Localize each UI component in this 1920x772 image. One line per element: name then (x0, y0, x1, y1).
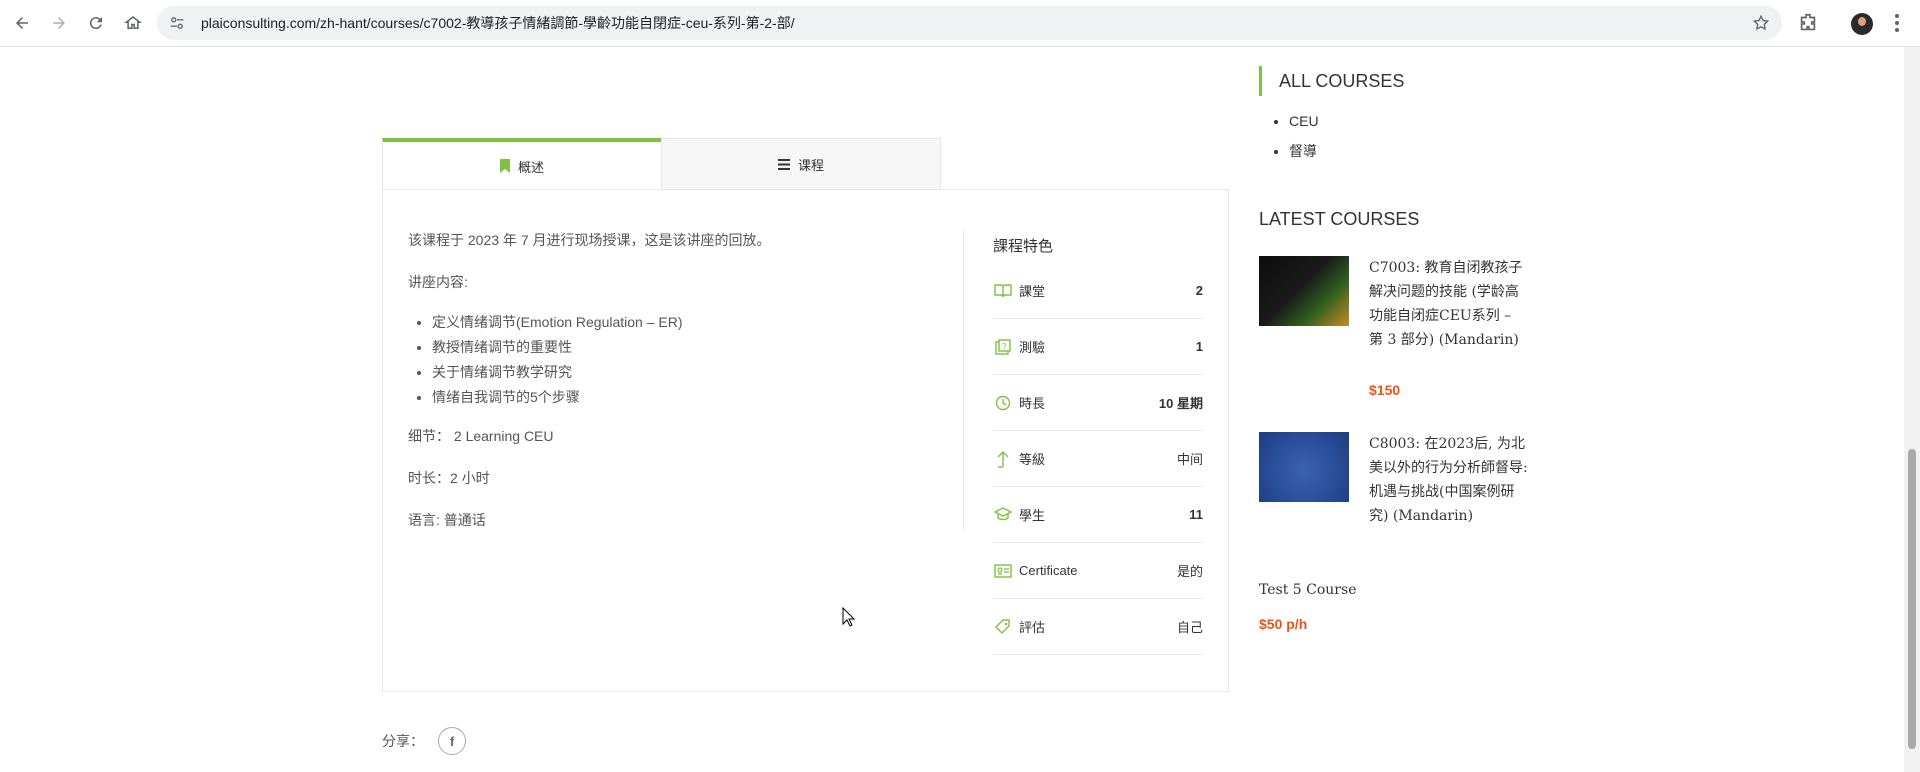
feature-value: 1 (1195, 339, 1203, 354)
facebook-share-button[interactable]: f (438, 727, 466, 755)
category-list: CEU 督導 (1289, 106, 1529, 166)
feature-row-quizzes: ? 測驗 1 (993, 319, 1203, 375)
tab-curriculum-label: 课程 (797, 157, 824, 173)
list-icon (777, 158, 790, 170)
svg-text:?: ? (1002, 342, 1007, 351)
intro-text: 该课程于 2023 年 7 月进行现场授课，这是该讲座的回放。 (408, 232, 771, 248)
home-button[interactable] (115, 5, 151, 41)
tab-overview-label: 概述 (517, 159, 544, 175)
course-tabs: 概述 课程 (382, 138, 942, 190)
facebook-icon: f (449, 733, 455, 749)
course-price: $50 p/h (1259, 616, 1308, 632)
feature-label: 評估 (1019, 620, 1046, 635)
list-item: 关于情绪调节教学研究 (432, 360, 928, 385)
arrow-left-icon (16, 17, 28, 29)
site-settings-icon[interactable] (167, 13, 187, 33)
all-courses-title: ALL COURSES (1259, 66, 1529, 96)
list-item: 教授情绪调节的重要性 (432, 335, 928, 360)
course-title-link[interactable]: C7003: 教育自闭教孩子解决问题的技能 (学龄高功能自闭症CEU系列 – 第… (1369, 256, 1529, 352)
feature-value: 10 星期 (1158, 396, 1203, 411)
reload-icon (89, 17, 102, 30)
feature-label: 學生 (1019, 508, 1046, 523)
share-label: 分享： (382, 733, 424, 749)
list-item: 情绪自我调节的5个步骤 (432, 385, 928, 410)
feature-value: 2 (1195, 283, 1203, 298)
feature-row-level: 等級 中间 (993, 431, 1203, 487)
bookmark-star-icon[interactable] (1752, 14, 1770, 32)
graduation-cap-icon (993, 505, 1013, 525)
feature-row-assessment: 評估 自己 (993, 599, 1203, 655)
level-icon (993, 449, 1013, 469)
language-text: 语言: 普通话 (408, 512, 486, 528)
list-item: 定义情绪调节(Emotion Regulation – ER) (432, 310, 928, 335)
course-title-link[interactable]: Test 5 Course (1259, 582, 1356, 598)
url-text[interactable]: plaiconsulting.com/zh-hant/courses/c7002… (201, 13, 795, 33)
feature-row-students: 學生 11 (993, 487, 1203, 543)
clock-icon (993, 393, 1013, 413)
page-scrollbar[interactable] (1904, 47, 1920, 772)
forward-button[interactable] (41, 5, 77, 41)
course-thumbnail[interactable] (1259, 432, 1349, 502)
latest-course-item[interactable]: C8003: 在2023后, 为北美以外的行为分析師督导: 机遇与挑战(中国案例… (1259, 432, 1529, 542)
features-title: 課程特色 (993, 238, 1054, 255)
extensions-icon[interactable] (1797, 12, 1819, 34)
arrow-right-icon (53, 17, 65, 29)
tab-overview[interactable]: 概述 (382, 138, 662, 190)
details-text: 细节： 2 Learning CEU (408, 428, 554, 444)
feature-label: 課堂 (1019, 284, 1046, 299)
browser-menu-icon[interactable] (1895, 14, 1899, 32)
topic-list: 定义情绪调节(Emotion Regulation – ER) 教授情绪调节的重… (432, 310, 928, 410)
scrollbar-thumb[interactable] (1908, 449, 1916, 749)
overview-panel: 该课程于 2023 年 7 月进行现场授课，这是该讲座的回放。 讲座内容: 定义… (382, 189, 1229, 692)
reload-button[interactable] (78, 5, 114, 41)
feature-label: 等級 (1019, 452, 1046, 467)
address-bar[interactable]: plaiconsulting.com/zh-hant/courses/c7002… (157, 6, 1782, 40)
course-thumbnail[interactable] (1259, 256, 1349, 326)
latest-courses-title: LATEST COURSES (1259, 209, 1420, 229)
tag-icon (993, 617, 1013, 637)
certificate-icon (993, 561, 1013, 581)
book-icon (993, 281, 1013, 301)
feature-value: 自己 (1176, 620, 1203, 635)
divider (963, 230, 964, 530)
feature-label: Certificate (1019, 563, 1078, 578)
course-title-link[interactable]: C8003: 在2023后, 为北美以外的行为分析師督导: 机遇与挑战(中国案例… (1369, 432, 1529, 528)
quiz-icon: ? (993, 337, 1013, 357)
duration-text: 时长：2 小时 (408, 470, 490, 486)
feature-label: 時長 (1019, 396, 1046, 411)
course-price: $150 (1369, 382, 1401, 398)
course-features: 課程特色 課堂 2 ? 測驗 1 時長 10 星期 等級 中间 學生 11 Ce… (993, 235, 1203, 655)
category-link-supervision[interactable]: 督導 (1289, 136, 1529, 166)
course-description: 该课程于 2023 年 7 月进行现场授课，这是该讲座的回放。 讲座内容: 定义… (408, 230, 928, 552)
sidebar: ALL COURSES CEU 督導 LATEST COURSES C7003:… (1259, 66, 1529, 632)
feature-row-certificate: Certificate 是的 (993, 543, 1203, 599)
feature-label: 測驗 (1019, 340, 1046, 355)
feature-value: 是的 (1176, 564, 1203, 579)
feature-row-duration: 時長 10 星期 (993, 375, 1203, 431)
home-icon (124, 16, 142, 29)
profile-avatar[interactable] (1851, 13, 1873, 35)
content-label: 讲座内容: (408, 274, 468, 290)
latest-course-item[interactable]: C7003: 教育自闭教孩子解决问题的技能 (学龄高功能自闭症CEU系列 – 第… (1259, 256, 1529, 406)
category-link-ceu[interactable]: CEU (1289, 106, 1529, 136)
feature-row-lectures: 課堂 2 (993, 263, 1203, 319)
back-button[interactable] (4, 5, 40, 41)
feature-value: 11 (1189, 507, 1203, 522)
share-bar: 分享： f (382, 727, 466, 755)
feature-value: 中间 (1176, 452, 1203, 467)
mouse-cursor-icon (842, 607, 856, 627)
browser-toolbar: plaiconsulting.com/zh-hant/courses/c7002… (0, 0, 1920, 47)
bookmark-icon (499, 159, 510, 173)
tab-curriculum[interactable]: 课程 (661, 138, 941, 190)
